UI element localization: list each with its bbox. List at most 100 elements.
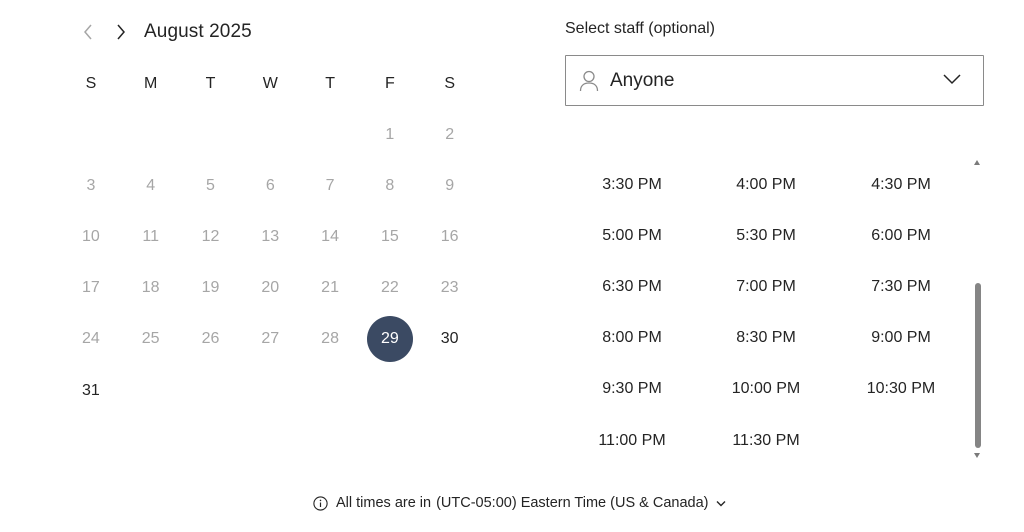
staff-selected-value: Anyone [610, 69, 675, 91]
day-number: 9 [445, 176, 455, 194]
empty-day-cell [300, 365, 360, 416]
day-number: 6 [265, 176, 275, 194]
weekday-header: SMTWTFS [61, 72, 479, 96]
empty-day-cell [121, 365, 181, 416]
day-number: 27 [261, 330, 280, 348]
day-number: 31 [81, 381, 100, 399]
empty-day-cell [300, 109, 360, 160]
empty-day-cell [121, 109, 181, 160]
time-slot-button[interactable]: 9:30 PM [565, 364, 699, 415]
time-slot-button[interactable]: 3:30 PM [565, 159, 699, 210]
staff-dropdown[interactable]: Anyone [565, 55, 984, 106]
chevron-right-icon [117, 24, 125, 40]
calendar-day: 22 [360, 263, 420, 314]
day-number: 28 [321, 330, 339, 348]
day-number: 22 [380, 279, 399, 297]
empty-day-cell [181, 365, 241, 416]
time-slot-button[interactable]: 10:00 PM [699, 364, 833, 415]
calendar-day: 15 [360, 211, 420, 262]
calendar-day: 27 [240, 314, 300, 365]
calendar-day: 23 [420, 263, 480, 314]
calendar-day: 3 [61, 160, 121, 211]
time-slot-button[interactable]: 9:00 PM [833, 313, 969, 364]
empty-day-cell [420, 365, 480, 416]
previous-month-button[interactable] [78, 19, 98, 45]
calendar-day: 4 [121, 160, 181, 211]
day-number: 24 [81, 330, 100, 348]
calendar-day: 10 [61, 211, 121, 262]
time-slot-button[interactable]: 5:00 PM [565, 210, 699, 261]
month-label: August 2025 [144, 21, 252, 42]
calendar-day: 8 [360, 160, 420, 211]
calendar-day: 12 [181, 211, 241, 262]
scrollbar-thumb[interactable] [975, 283, 981, 448]
calendar-day: 14 [300, 211, 360, 262]
calendar-day: 28 [300, 314, 360, 365]
empty-day-cell [360, 365, 420, 416]
time-slot-list: 3:30 PM 4:00 PM 4:30 PM 5:00 PM 5:30 PM 6:00 … [565, 159, 969, 466]
weekday-label: F [384, 75, 395, 92]
scroll-up-arrow-icon[interactable] [974, 160, 980, 165]
time-slot-button[interactable]: 4:30 PM [833, 159, 969, 210]
calendar-day: 16 [420, 211, 480, 262]
time-slot-button[interactable]: 7:30 PM [833, 261, 969, 312]
calendar-day: 24 [61, 314, 121, 365]
calendar-day: 26 [181, 314, 241, 365]
weekday-label: S [444, 75, 456, 92]
day-number: 1 [385, 125, 395, 143]
day-number: 3 [86, 176, 96, 194]
calendar-day[interactable]: 31 [61, 365, 121, 416]
calendar-day: 18 [121, 263, 181, 314]
calendar-day: 25 [121, 314, 181, 365]
weekday-label: M [144, 75, 158, 92]
day-number: 26 [201, 330, 220, 348]
time-slot-button[interactable]: 6:00 PM [833, 210, 969, 261]
time-slot-button[interactable]: 11:30 PM [699, 415, 833, 466]
calendar-grid: 1 2 3 4 5 6 7 8 9 10 11 12 13 14 15 16 17 18 19 20 21 22 23 24 2… [61, 109, 479, 416]
time-slot-button[interactable]: 8:00 PM [565, 313, 699, 364]
day-number: 29 [366, 316, 413, 363]
timezone-selector[interactable]: All times are in (UTC-05:00) Eastern Tim… [313, 493, 726, 513]
calendar-day: 6 [240, 160, 300, 211]
calendar-header: August 2025 [78, 18, 252, 46]
timezone-value: (UTC-05:00) Eastern Time (US & Canada) [436, 495, 709, 511]
day-number: 11 [142, 227, 159, 245]
next-month-button[interactable] [111, 19, 131, 45]
day-number: 10 [81, 227, 100, 245]
time-slot-button[interactable]: 7:00 PM [699, 261, 833, 312]
calendar-day: 21 [300, 263, 360, 314]
calendar-day: 11 [121, 211, 181, 262]
day-number: 13 [261, 227, 280, 245]
day-number: 12 [201, 227, 220, 245]
time-slot-button[interactable]: 10:30 PM [833, 364, 969, 415]
calendar-day[interactable]: 30 [420, 314, 480, 365]
time-slot-button[interactable]: 5:30 PM [699, 210, 833, 261]
day-number: 5 [206, 176, 215, 194]
time-slot-button[interactable]: 8:30 PM [699, 313, 833, 364]
empty-day-cell [240, 109, 300, 160]
day-number: 25 [141, 330, 160, 348]
chevron-down-icon [716, 500, 726, 507]
weekday-label: T [325, 75, 335, 92]
empty-day-cell [181, 109, 241, 160]
calendar-day: 19 [181, 263, 241, 314]
time-slot-button[interactable]: 6:30 PM [565, 261, 699, 312]
scroll-down-arrow-icon[interactable] [974, 453, 980, 458]
calendar-day: 2 [420, 109, 480, 160]
day-number: 4 [146, 176, 156, 194]
day-number: 2 [445, 125, 455, 143]
weekday-label: S [85, 75, 97, 92]
calendar-day: 13 [240, 211, 300, 262]
calendar-day: 5 [181, 160, 241, 211]
day-number: 8 [385, 176, 395, 194]
chevron-left-icon [84, 24, 92, 40]
day-number: 21 [321, 279, 339, 297]
empty-day-cell [240, 365, 300, 416]
weekday-label: W [262, 75, 278, 92]
time-slot-button[interactable]: 11:00 PM [565, 415, 699, 466]
day-number: 17 [81, 279, 100, 297]
time-slot-button[interactable]: 4:00 PM [699, 159, 833, 210]
day-number: 15 [380, 227, 399, 245]
selected-day[interactable]: 29 [360, 314, 420, 365]
calendar-day: 17 [61, 263, 121, 314]
